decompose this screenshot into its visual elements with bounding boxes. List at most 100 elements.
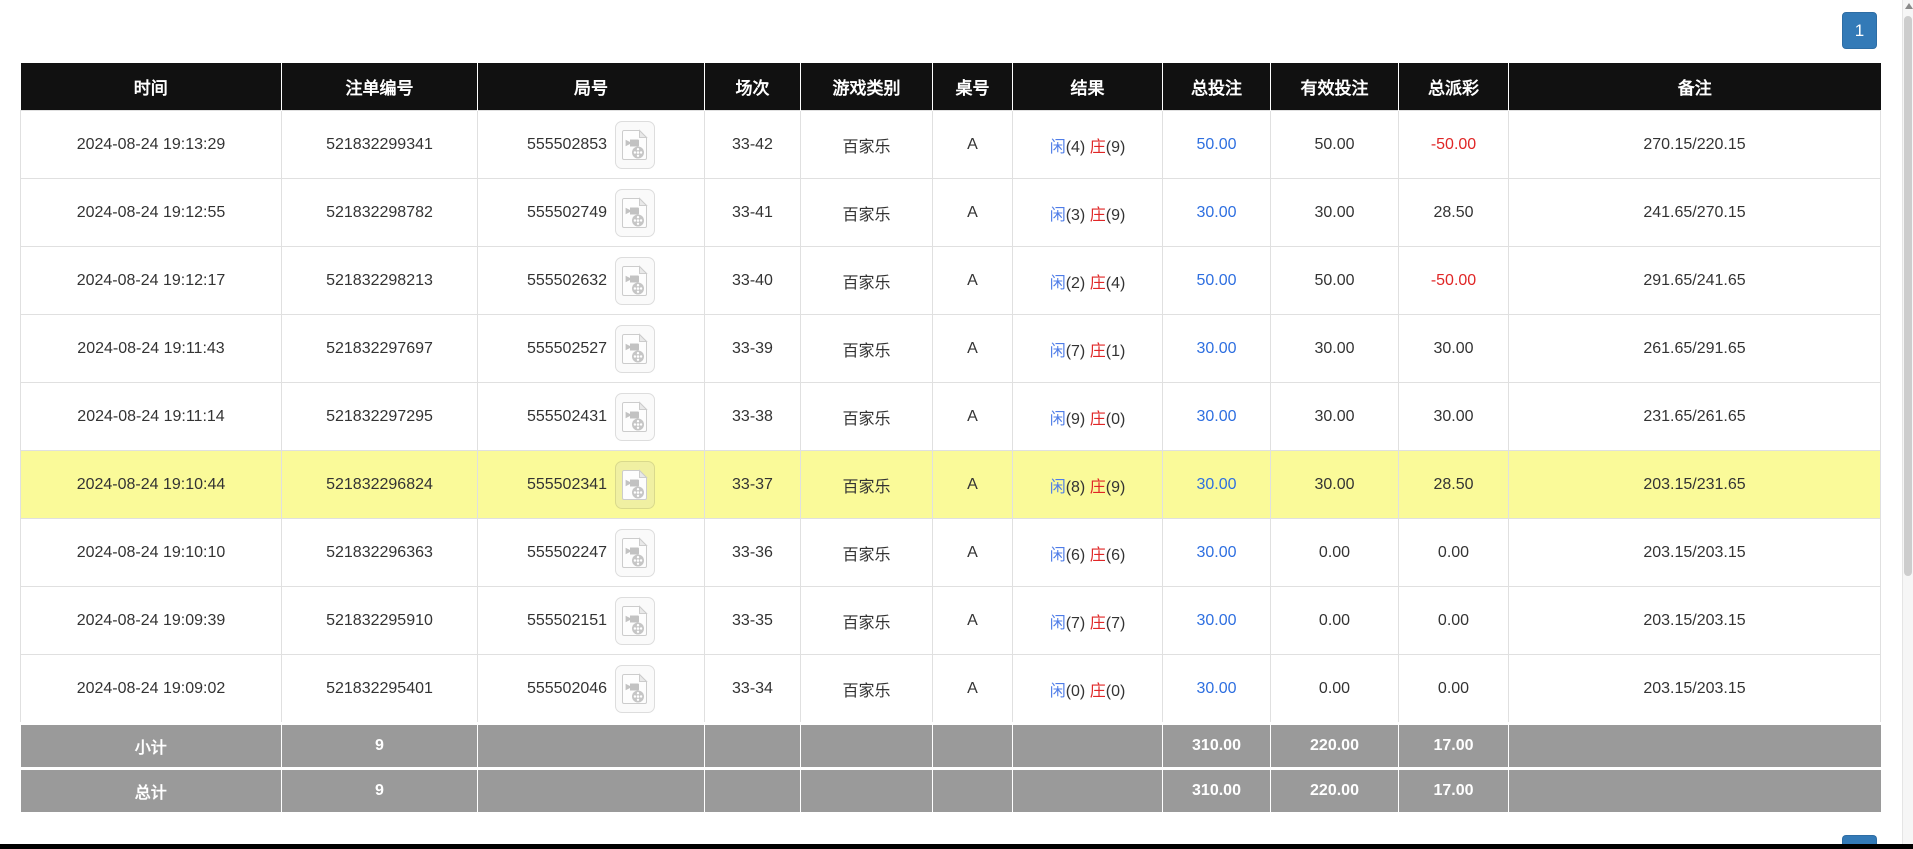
result-cell: 闲(7) 庄(7): [1013, 587, 1163, 655]
total-bet-link[interactable]: 50.00: [1196, 136, 1236, 153]
player-result-score: (7): [1066, 343, 1086, 360]
valid-bet-cell: 30.00: [1271, 383, 1399, 451]
banker-result-score: (0): [1106, 683, 1126, 700]
game-type-cell: 百家乐: [801, 519, 933, 587]
total-bet-cell: 30.00: [1163, 179, 1271, 247]
video-icon: [622, 469, 648, 501]
pagination-page-1-button[interactable]: 1: [1842, 12, 1877, 49]
round-id: 555502527: [527, 340, 607, 357]
table-row: 2024-08-24 19:09:02521832295401555502046…: [21, 655, 1881, 724]
records-table: 时间注单编号局号场次游戏类别桌号结果总投注有效投注总派彩备注 2024-08-2…: [20, 63, 1881, 812]
remark-cell: 203.15/203.15: [1509, 655, 1881, 724]
session-cell: 33-34: [705, 655, 801, 724]
total-bet-cell: 30.00: [1163, 519, 1271, 587]
result-cell: 闲(6) 庄(6): [1013, 519, 1163, 587]
remark-cell: 203.15/203.15: [1509, 587, 1881, 655]
total-bet-link[interactable]: 50.00: [1196, 272, 1236, 289]
total-bet-cell: 50.00: [1163, 247, 1271, 315]
summary-valid-bet-cell: 220.00: [1271, 769, 1399, 813]
video-record-button[interactable]: [615, 121, 655, 169]
banker-result-label: 庄: [1090, 139, 1106, 156]
summary-count-cell: 9: [282, 724, 478, 769]
summary-remark-cell: [1509, 724, 1881, 769]
bet-id-cell: 521832295401: [282, 655, 478, 724]
summary-payout-cell: 17.00: [1399, 769, 1509, 813]
summary-count-cell: 9: [282, 769, 478, 813]
summary-empty-cell: [478, 769, 705, 813]
round-id: 555502247: [527, 544, 607, 561]
total-bet-cell: 50.00: [1163, 111, 1271, 179]
banker-result-label: 庄: [1090, 615, 1106, 632]
time-cell: 2024-08-24 19:09:39: [21, 587, 282, 655]
pagination-bottom-partial-button[interactable]: [1842, 835, 1877, 844]
player-result-label: 闲: [1050, 411, 1066, 428]
column-header-2: 局号: [478, 63, 705, 111]
scrollbar[interactable]: [1902, 0, 1913, 849]
total-bet-link[interactable]: 30.00: [1196, 204, 1236, 221]
video-record-button[interactable]: [615, 461, 655, 509]
player-result-label: 闲: [1050, 683, 1066, 700]
summary-empty-cell: [705, 724, 801, 769]
summary-empty-cell: [801, 769, 933, 813]
valid-bet-cell: 0.00: [1271, 587, 1399, 655]
total-bet-link[interactable]: 30.00: [1196, 340, 1236, 357]
session-cell: 33-41: [705, 179, 801, 247]
round-cell: 555502749: [478, 179, 705, 247]
summary-empty-cell: [1013, 769, 1163, 813]
game-type-cell: 百家乐: [801, 587, 933, 655]
scrollbar-thumb[interactable]: [1904, 16, 1912, 576]
video-record-button[interactable]: [615, 529, 655, 577]
video-record-button[interactable]: [615, 189, 655, 237]
time-cell: 2024-08-24 19:12:17: [21, 247, 282, 315]
table-no-cell: A: [933, 383, 1013, 451]
summary-empty-cell: [478, 724, 705, 769]
summary-empty-cell: [705, 769, 801, 813]
column-header-10: 备注: [1509, 63, 1881, 111]
summary-label-cell: 小计: [21, 724, 282, 769]
round-cell: 555502247: [478, 519, 705, 587]
video-record-button[interactable]: [615, 393, 655, 441]
video-record-button[interactable]: [615, 325, 655, 373]
total-bet-link[interactable]: 30.00: [1196, 612, 1236, 629]
valid-bet-cell: 30.00: [1271, 315, 1399, 383]
total-bet-link[interactable]: 30.00: [1196, 476, 1236, 493]
banker-result-score: (9): [1106, 139, 1126, 156]
video-record-button[interactable]: [615, 597, 655, 645]
banker-result-score: (9): [1106, 207, 1126, 224]
video-record-button[interactable]: [615, 665, 655, 713]
result-cell: 闲(9) 庄(0): [1013, 383, 1163, 451]
valid-bet-cell: 0.00: [1271, 519, 1399, 587]
table-no-cell: A: [933, 179, 1013, 247]
banker-result-score: (9): [1106, 479, 1126, 496]
summary-row: 小计9310.00220.0017.00: [21, 724, 1881, 769]
round-cell: 555502151: [478, 587, 705, 655]
round-cell: 555502341: [478, 451, 705, 519]
total-bet-link[interactable]: 30.00: [1196, 408, 1236, 425]
table-no-cell: A: [933, 451, 1013, 519]
player-result-label: 闲: [1050, 479, 1066, 496]
remark-cell: 261.65/291.65: [1509, 315, 1881, 383]
session-cell: 33-37: [705, 451, 801, 519]
video-icon: [622, 673, 648, 705]
bet-id-cell: 521832296363: [282, 519, 478, 587]
total-bet-link[interactable]: 30.00: [1196, 680, 1236, 697]
total-bet-cell: 30.00: [1163, 655, 1271, 724]
banker-result-label: 庄: [1090, 683, 1106, 700]
table-no-cell: A: [933, 519, 1013, 587]
summary-row: 总计9310.00220.0017.00: [21, 769, 1881, 813]
video-icon: [622, 265, 648, 297]
video-icon: [622, 333, 648, 365]
video-icon: [622, 537, 648, 569]
bet-id-cell: 521832299341: [282, 111, 478, 179]
bet-id-cell: 521832298782: [282, 179, 478, 247]
banker-result-score: (7): [1106, 615, 1126, 632]
video-record-button[interactable]: [615, 257, 655, 305]
banker-result-label: 庄: [1090, 275, 1106, 292]
player-result-score: (8): [1066, 479, 1086, 496]
scroll-up-button[interactable]: [1905, 3, 1913, 9]
total-bet-link[interactable]: 30.00: [1196, 544, 1236, 561]
round-cell: 555502632: [478, 247, 705, 315]
banker-result-label: 庄: [1090, 343, 1106, 360]
game-type-cell: 百家乐: [801, 655, 933, 724]
round-id: 555502749: [527, 204, 607, 221]
